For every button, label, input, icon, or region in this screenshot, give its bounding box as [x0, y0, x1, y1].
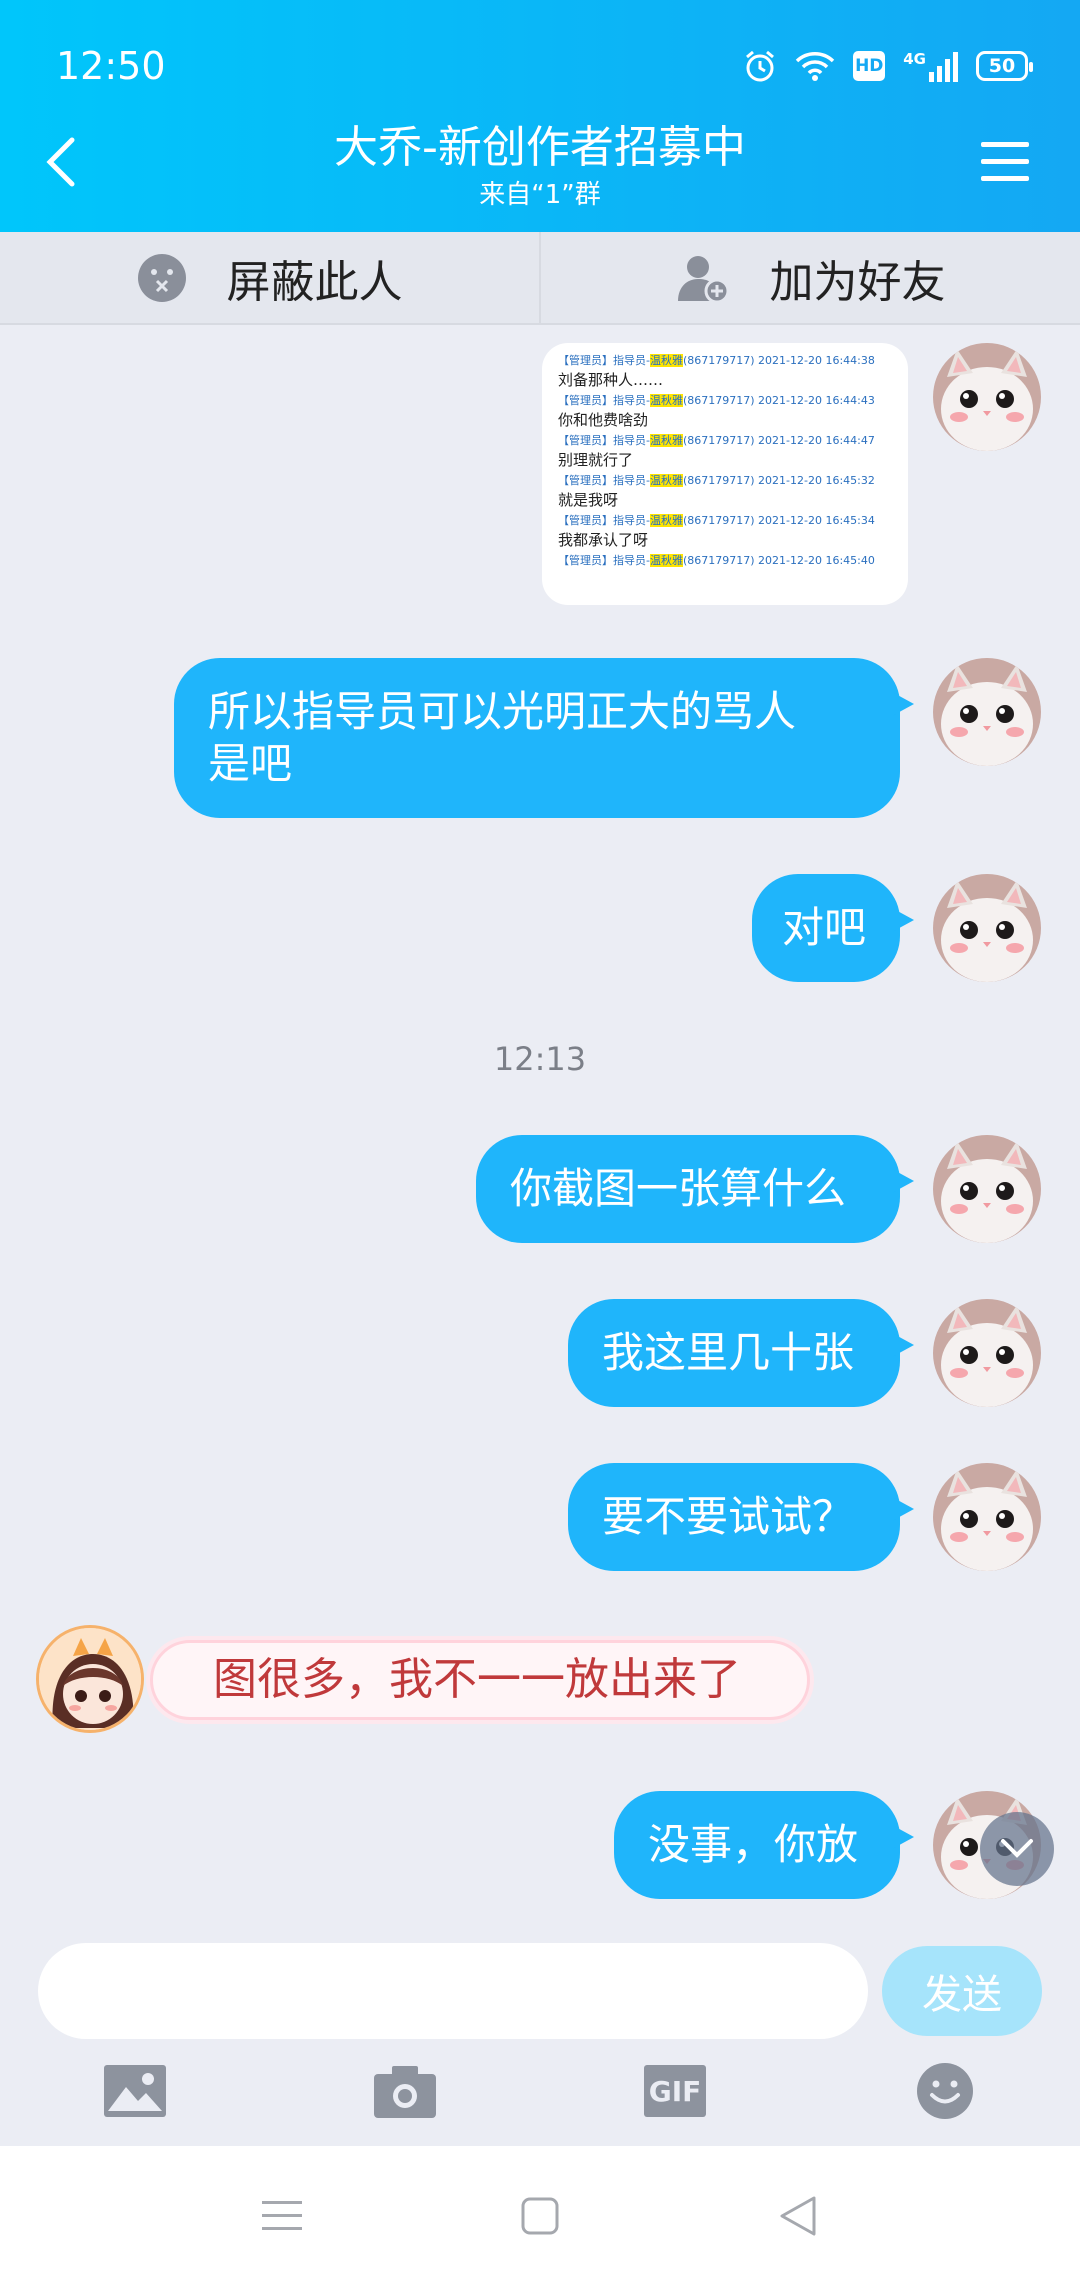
- image-picker-button[interactable]: [100, 2056, 170, 2126]
- avatar[interactable]: [933, 874, 1041, 982]
- avatar[interactable]: [933, 343, 1041, 451]
- message-text: 你截图一张算什么: [510, 1164, 847, 1213]
- nav-home-button[interactable]: [510, 2186, 570, 2246]
- status-icons: HD 4G 50: [743, 46, 1033, 86]
- message-bubble[interactable]: 图很多，我不一一放出来了: [150, 1640, 810, 1720]
- camera-button[interactable]: [370, 2056, 440, 2126]
- battery-icon: 50: [976, 51, 1033, 81]
- chat-header: 12:50 HD 4G 50 大乔-新创作者招募中 来自“1”群: [0, 0, 1080, 232]
- scroll-to-bottom-button[interactable]: [980, 1812, 1054, 1886]
- screenshot-line: 【管理员】指导员-温秋雅(867179717) 2021-12-20 16:45…: [558, 514, 875, 549]
- status-time: 12:50: [56, 44, 166, 88]
- menu-icon: [262, 2201, 302, 2230]
- screenshot-line: 【管理员】指导员-温秋雅(867179717) 2021-12-20 16:44…: [558, 434, 875, 469]
- message-bubble[interactable]: 所以指导员可以光明正大的骂人 是吧: [174, 658, 914, 818]
- chat-subtitle: 来自“1”群: [479, 180, 601, 210]
- message-bubble[interactable]: 对吧: [752, 874, 914, 982]
- avatar[interactable]: [933, 1135, 1041, 1243]
- block-user-button[interactable]: 屏蔽此人: [0, 232, 539, 323]
- gif-icon: GIF: [644, 2065, 706, 2117]
- sender-avatar[interactable]: [36, 1625, 144, 1733]
- avatar[interactable]: [933, 1463, 1041, 1571]
- screenshot-line: 【管理员】指导员-温秋雅(867179717) 2021-12-20 16:45…: [558, 554, 875, 567]
- screenshot-line: 【管理员】指导员-温秋雅(867179717) 2021-12-20 16:44…: [558, 354, 875, 389]
- message-text: 所以指导员可以光明正大的骂人: [208, 687, 797, 736]
- emoji-icon: [917, 2063, 973, 2119]
- send-button[interactable]: 发送: [882, 1946, 1042, 2036]
- screenshot-line: 【管理员】指导员-温秋雅(867179717) 2021-12-20 16:45…: [558, 474, 875, 509]
- nav-menu-button[interactable]: [252, 2186, 312, 2246]
- system-nav-bar: [0, 2146, 1080, 2280]
- network-label: 4G: [903, 50, 926, 68]
- stranger-action-bar: 屏蔽此人 加为好友: [0, 232, 1080, 325]
- hd-badge: HD: [853, 51, 886, 81]
- message-text: 要不要试试？: [602, 1492, 855, 1541]
- message-text: 对吧: [782, 903, 867, 952]
- screenshot-image-message[interactable]: 【管理员】指导员-温秋雅(867179717) 2021-12-20 16:44…: [542, 343, 908, 605]
- message-text: 没事，你放: [648, 1820, 859, 1869]
- message-bubble[interactable]: 你截图一张算什么: [476, 1135, 914, 1243]
- chevron-down-icon: [1001, 1839, 1033, 1858]
- image-icon: [104, 2065, 166, 2117]
- nav-back-button[interactable]: [768, 2186, 828, 2246]
- home-icon: [521, 2197, 559, 2235]
- signal-indicator: 4G: [903, 50, 958, 82]
- back-triangle-icon: [780, 2196, 816, 2236]
- message-text: 图很多，我不一一放出来了: [213, 1654, 741, 1705]
- block-user-label: 屏蔽此人: [226, 256, 403, 308]
- message-bubble[interactable]: 要不要试试？: [568, 1463, 914, 1571]
- chat-title: 大乔-新创作者招募中: [334, 122, 746, 173]
- block-icon: [137, 253, 186, 302]
- camera-icon: [374, 2066, 436, 2118]
- gif-button[interactable]: GIF: [640, 2056, 710, 2126]
- avatar[interactable]: [933, 1299, 1041, 1407]
- add-friend-button[interactable]: 加为好友: [539, 232, 1080, 323]
- message-text: 我这里几十张: [602, 1328, 855, 1377]
- emoji-button[interactable]: [910, 2056, 980, 2126]
- screenshot-line: 【管理员】指导员-温秋雅(867179717) 2021-12-20 16:44…: [558, 394, 875, 429]
- avatar[interactable]: [933, 658, 1041, 766]
- menu-button[interactable]: [980, 140, 1030, 184]
- message-bubble[interactable]: 没事，你放: [614, 1791, 914, 1899]
- add-friend-label: 加为好友: [769, 256, 946, 308]
- hamburger-icon: [981, 142, 1029, 181]
- add-friend-icon: [677, 255, 729, 303]
- wifi-icon: [796, 52, 835, 81]
- message-text: 是吧: [208, 739, 293, 788]
- time-separator: 12:13: [493, 1040, 587, 1078]
- alarm-icon: [746, 50, 775, 82]
- message-bubble[interactable]: 我这里几十张: [568, 1299, 914, 1407]
- message-input[interactable]: [38, 1943, 868, 2039]
- input-toolbar: GIF: [0, 2056, 1080, 2136]
